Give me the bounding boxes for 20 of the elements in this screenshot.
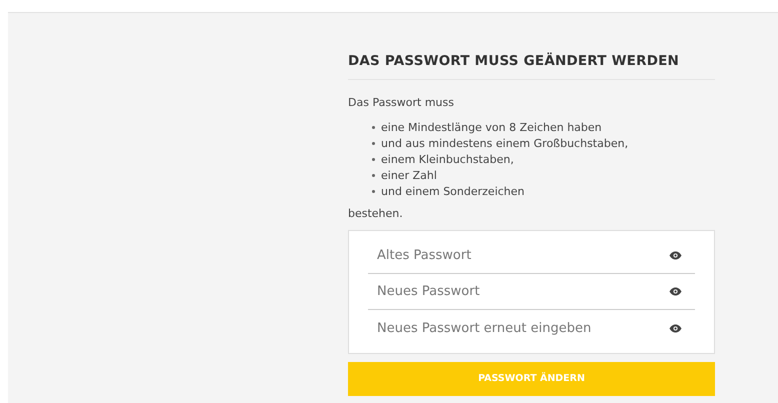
rule-text: eine Mindestlänge von 8 Zeichen haben xyxy=(381,120,602,136)
rule-text: einem Kleinbuchstaben, xyxy=(381,152,514,168)
bullet-icon xyxy=(372,190,375,194)
eye-icon[interactable] xyxy=(669,287,682,296)
intro-text: Das Passwort muss xyxy=(348,95,455,112)
page-heading: DAS PASSWORT MUSS GEÄNDERT WERDEN xyxy=(348,51,715,80)
password-field[interactable]: Neues Passwort xyxy=(368,282,669,302)
outro-text: bestehen. xyxy=(348,206,404,222)
rule-text: einer Zahl xyxy=(381,168,437,184)
rule-text: und aus mindestens einem Großbuchstaben, xyxy=(381,136,628,152)
rule-text: und einem Sonderzeichen xyxy=(381,184,525,200)
bullet-icon xyxy=(372,174,375,178)
password-field[interactable]: Neues Passwort erneut eingeben xyxy=(368,318,669,338)
password-field[interactable]: Altes Passwort xyxy=(368,246,669,266)
bullet-icon xyxy=(372,142,375,146)
bullet-icon xyxy=(372,158,375,162)
eye-icon[interactable] xyxy=(669,251,682,260)
bullet-icon xyxy=(372,126,375,130)
change-password-button[interactable]: PASSWORT ÄNDERN xyxy=(348,362,715,396)
eye-icon[interactable] xyxy=(669,324,682,333)
